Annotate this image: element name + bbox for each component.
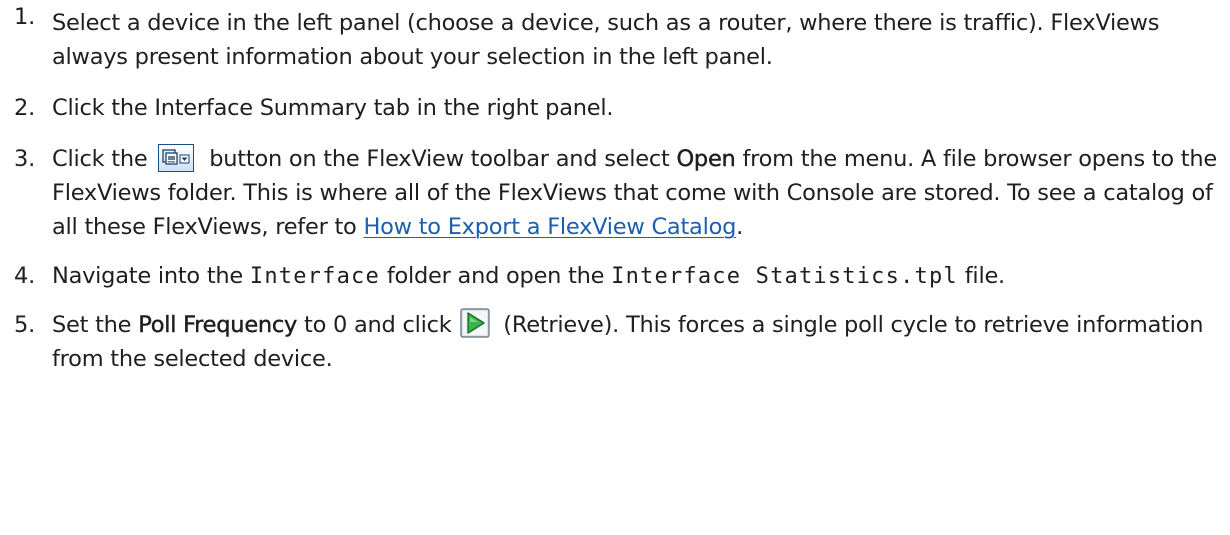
step-number: 3. xyxy=(14,146,35,172)
open-flexview-menu-icon xyxy=(158,144,195,172)
poll-frequency-label: Poll Frequency xyxy=(138,312,298,338)
step-3: 3. Click the button on the FlexView tool… xyxy=(0,142,1230,244)
step-text: button on the FlexView toolbar and selec… xyxy=(209,146,670,172)
step-1: 1. Select a device in the left panel (ch… xyxy=(0,0,1230,74)
step-5: 5. Set the Poll Frequency to 0 and click… xyxy=(0,308,1230,376)
step-2: 2. Click the Interface Summary tab in th… xyxy=(0,91,1230,125)
step-4: 4. Navigate into the Interface folder an… xyxy=(0,259,1230,294)
step-text: Select a device in the left panel (choos… xyxy=(52,10,1160,70)
step-text: file. xyxy=(964,263,1005,289)
export-catalog-link[interactable]: How to Export a FlexView Catalog xyxy=(363,214,736,240)
step-number: 1. xyxy=(14,4,35,30)
step-number: 2. xyxy=(14,95,35,121)
step-number: 5. xyxy=(14,312,35,338)
step-text: . xyxy=(736,214,744,240)
menu-item-open-label: Open xyxy=(676,146,736,172)
step-text: Set the xyxy=(52,312,132,338)
folder-name-code: Interface xyxy=(249,264,380,289)
step-text: Click the Interface Summary tab in the r… xyxy=(52,95,614,121)
file-name-code: Interface Statistics.tpl xyxy=(611,264,958,289)
procedure-steps: 1. Select a device in the left panel (ch… xyxy=(0,0,1230,376)
step-text: Navigate into the xyxy=(52,263,243,289)
step-text: Click the xyxy=(52,146,148,172)
step-text: to 0 and click xyxy=(304,312,452,338)
step-number: 4. xyxy=(14,263,35,289)
play-retrieve-icon xyxy=(460,308,490,338)
step-text: folder and open the xyxy=(386,263,605,289)
